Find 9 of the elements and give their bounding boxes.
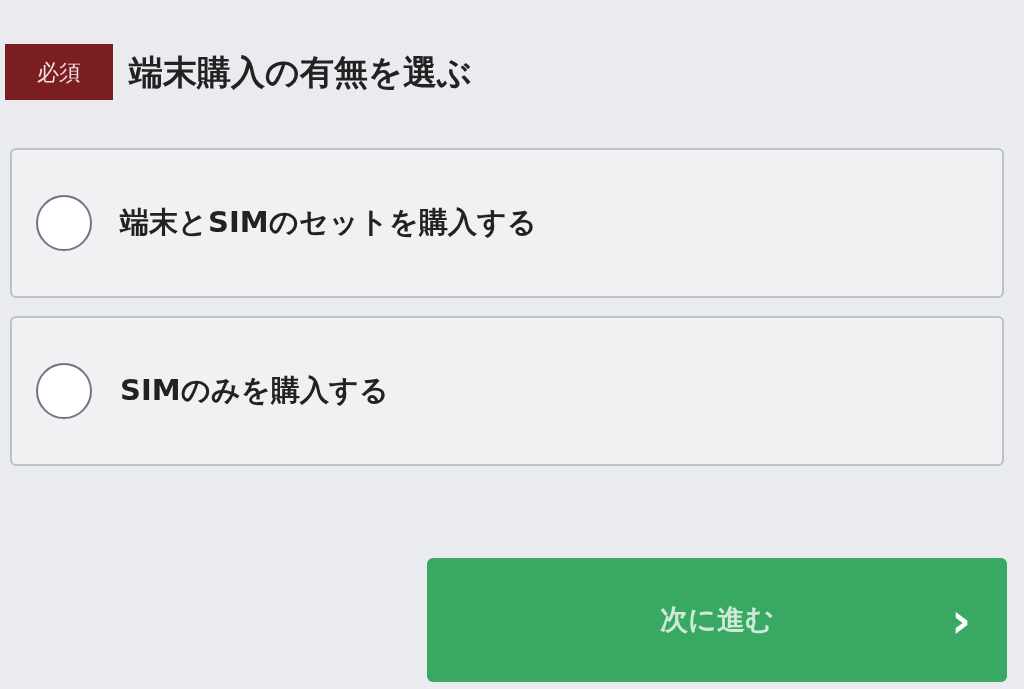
required-badge: 必須 [5, 44, 113, 100]
question-title: 端末購入の有無を選ぶ [129, 50, 472, 94]
option-card[interactable]: SIMのみを購入する [10, 316, 1004, 466]
chevron-icon: › [951, 584, 971, 656]
option-card[interactable]: 端末とSIMのセットを購入する [10, 148, 1004, 298]
option-label: SIMのみを購入する [120, 372, 389, 410]
radio-button[interactable] [36, 363, 92, 419]
radio-button[interactable] [36, 195, 92, 251]
option-label: 端末とSIMのセットを購入する [120, 204, 537, 242]
